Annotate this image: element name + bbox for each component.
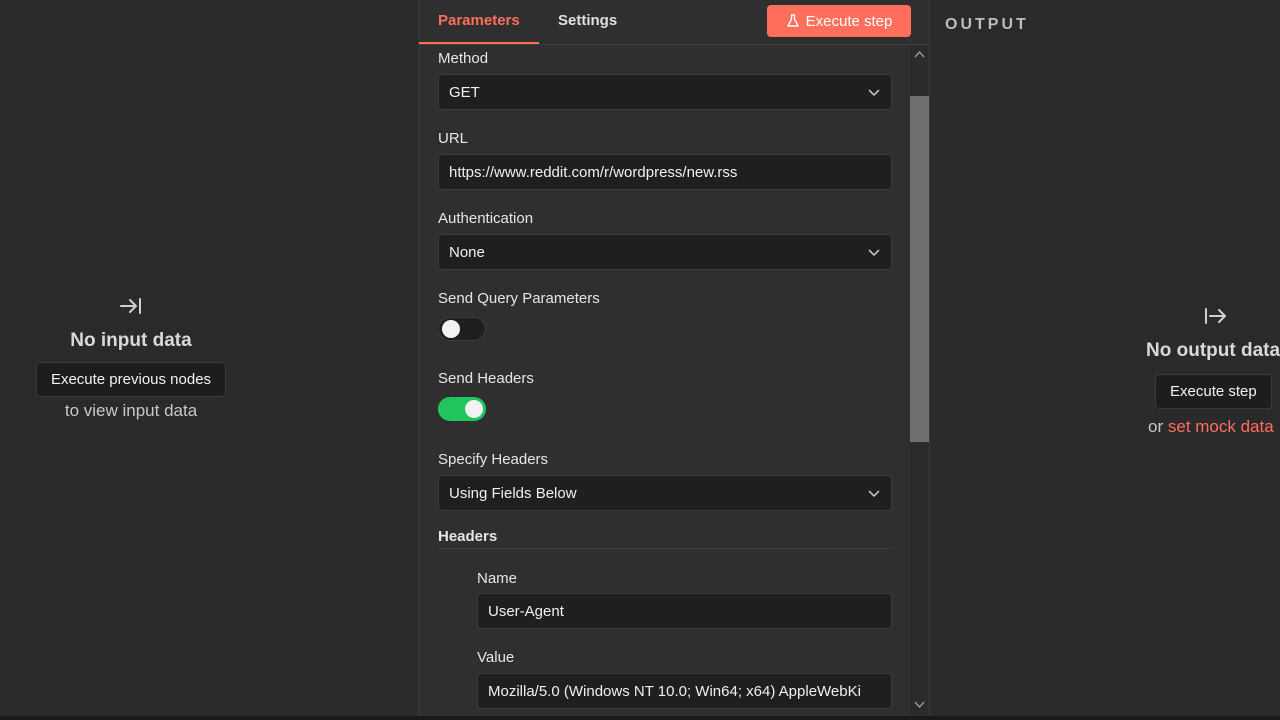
send-query-label: Send Query Parameters: [438, 290, 600, 307]
no-output-title: No output data: [1146, 340, 1280, 361]
toggle-knob: [442, 320, 460, 338]
url-label: URL: [438, 130, 469, 147]
parameters-panel: Parameters Settings Execute step Method …: [418, 0, 930, 716]
output-panel: OUTPUT No output data Execute step or se…: [931, 0, 1280, 716]
active-tab-indicator: [419, 42, 539, 44]
arrow-in-icon: [120, 298, 141, 314]
flask-icon: [786, 14, 799, 27]
header-name-label: Name: [477, 570, 518, 587]
scrollbar[interactable]: [910, 46, 929, 714]
specify-headers-value: Using Fields Below: [449, 484, 577, 502]
url-value: https://www.reddit.com/r/wordpress/new.r…: [449, 163, 738, 181]
method-label: Method: [438, 50, 489, 67]
or-text: or: [1148, 417, 1164, 436]
header-value-input[interactable]: Mozilla/5.0 (Windows NT 10.0; Win64; x64…: [477, 673, 892, 709]
input-panel: No input data Execute previous nodes to …: [0, 0, 418, 716]
authentication-value: None: [449, 243, 485, 261]
header-name-input[interactable]: User-Agent: [477, 593, 892, 629]
send-headers-label: Send Headers: [438, 370, 534, 387]
input-empty-state: No input data Execute previous nodes to …: [0, 292, 262, 421]
no-output-subtitle: or set mock data: [1148, 417, 1274, 437]
execute-step-button[interactable]: Execute step: [767, 5, 911, 37]
output-empty-state: No output data Execute step or set mock …: [1146, 302, 1280, 437]
execute-step-label: Execute step: [805, 12, 893, 30]
authentication-label: Authentication: [438, 210, 534, 227]
toggle-knob: [465, 400, 483, 418]
tab-parameters[interactable]: Parameters: [438, 12, 520, 29]
scroll-down-icon[interactable]: [914, 701, 925, 709]
scroll-thumb[interactable]: [910, 96, 929, 442]
execute-previous-nodes-button[interactable]: Execute previous nodes: [35, 362, 227, 397]
header-value-label: Value: [477, 649, 515, 666]
chevron-down-icon: [868, 89, 880, 97]
specify-headers-select[interactable]: Using Fields Below: [438, 475, 892, 511]
send-query-toggle[interactable]: [438, 317, 486, 341]
send-headers-toggle[interactable]: [438, 397, 486, 421]
output-label: OUTPUT: [945, 16, 1029, 33]
url-input[interactable]: https://www.reddit.com/r/wordpress/new.r…: [438, 154, 892, 190]
section-divider: [438, 548, 892, 549]
node-editor: No input data Execute previous nodes to …: [0, 0, 1280, 720]
scroll-up-icon[interactable]: [914, 50, 925, 58]
no-input-subtitle: to view input data: [64, 401, 198, 420]
chevron-down-icon: [868, 249, 880, 257]
arrow-out-icon: [1205, 308, 1226, 324]
header-value-value: Mozilla/5.0 (Windows NT 10.0; Win64; x64…: [488, 682, 861, 700]
authentication-select[interactable]: None: [438, 234, 892, 270]
header-name-value: User-Agent: [488, 602, 564, 620]
method-select[interactable]: GET: [438, 74, 892, 110]
execute-step-output-button[interactable]: Execute step: [1155, 374, 1272, 409]
specify-headers-label: Specify Headers: [438, 451, 549, 468]
method-value: GET: [449, 83, 480, 101]
set-mock-data-link[interactable]: set mock data: [1168, 417, 1274, 436]
bottom-bar: [0, 716, 1280, 720]
chevron-down-icon: [868, 490, 880, 498]
tab-settings[interactable]: Settings: [558, 12, 617, 29]
headers-section-title: Headers: [438, 528, 498, 545]
no-input-title: No input data: [70, 330, 192, 351]
tab-bar: Parameters Settings Execute step: [419, 0, 929, 45]
